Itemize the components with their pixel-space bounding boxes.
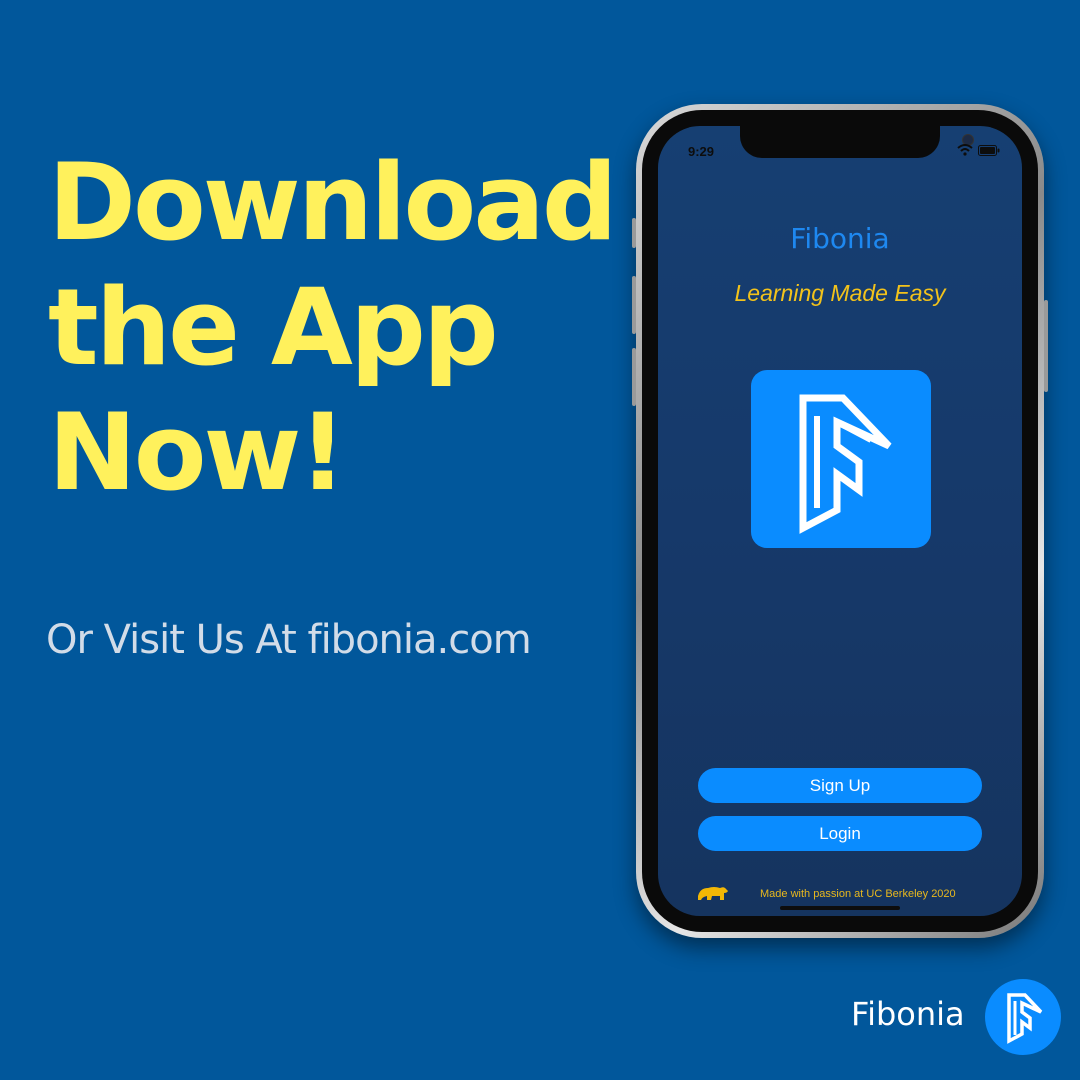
brand-name: Fibonia xyxy=(851,995,965,1033)
login-button[interactable]: Login xyxy=(698,816,982,851)
status-time: 9:29 xyxy=(688,144,715,159)
fibonia-logo-icon xyxy=(985,979,1061,1055)
footer-credit: Made with passion at UC Berkeley 2020 xyxy=(760,888,956,900)
app-tagline: Learning Made Easy xyxy=(734,280,946,306)
headline: Download the App Now! xyxy=(48,140,618,515)
bear-icon xyxy=(698,887,728,900)
headline-line-2: the App xyxy=(48,266,499,389)
phone-power-button xyxy=(1044,300,1048,392)
app-title: Fibonia xyxy=(790,222,890,255)
battery-icon xyxy=(978,144,1000,156)
wifi-icon xyxy=(957,144,973,156)
phone-volume-up xyxy=(632,276,636,334)
headline-line-3: Now! xyxy=(48,391,347,514)
phone-screen: 9:29 Fibonia Learning Made Easy Sign Up … xyxy=(658,126,1022,916)
home-indicator xyxy=(780,906,900,910)
phone-volume-down xyxy=(632,348,636,406)
sign-up-button[interactable]: Sign Up xyxy=(698,768,982,803)
phone-mute-switch xyxy=(632,218,636,248)
status-icons xyxy=(957,144,1000,156)
headline-line-1: Download xyxy=(48,141,618,264)
website-link-text[interactable]: Or Visit Us At fibonia.com xyxy=(46,617,532,663)
fibonia-logo-icon xyxy=(751,370,931,548)
phone-mockup: 9:29 Fibonia Learning Made Easy Sign Up … xyxy=(632,104,1048,938)
phone-notch xyxy=(740,126,974,158)
